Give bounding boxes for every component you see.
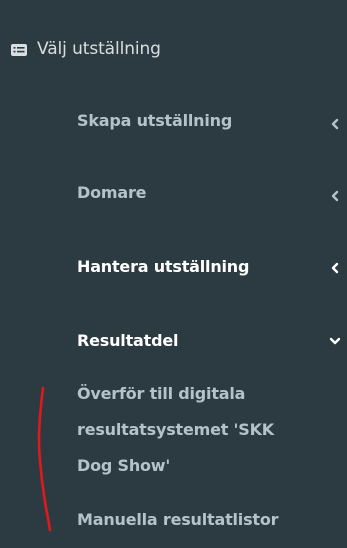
submenu-item-manuella-resultatlistor[interactable]: Manuella resultatlistor	[77, 508, 279, 532]
submenu-item-line: resultatsystemet 'SKK	[77, 420, 274, 439]
menu-item-label: Domare	[77, 183, 147, 202]
menu-header-label: Välj utställning	[37, 39, 161, 59]
submenu: Skapa utställning Domare Hantera utställ…	[0, 96, 347, 548]
chevron-left-icon	[331, 118, 339, 130]
submenu-item-label: Manuella resultatlistor	[77, 510, 279, 529]
menu-item-skapa-utstallning[interactable]: Skapa utställning	[0, 96, 347, 146]
menu-item-label: Skapa utställning	[77, 111, 233, 130]
menu-item-domare[interactable]: Domare	[0, 168, 347, 218]
menu-item-label: Hantera utställning	[77, 257, 250, 276]
chevron-left-icon	[331, 190, 339, 202]
menu-item-hantera-utstallning[interactable]: Hantera utställning	[0, 242, 347, 292]
menu-item-resultatdel[interactable]: Resultatdel	[0, 316, 347, 366]
submenu-item-overfor-till-digitala[interactable]: Överför till digitala resultatsystemet '…	[77, 382, 327, 478]
submenu-item-line: Dog Show'	[77, 456, 171, 475]
chevron-left-icon	[331, 262, 339, 274]
chevron-down-icon	[329, 337, 341, 345]
submenu-item-line: Överför till digitala	[77, 384, 246, 403]
list-card-icon	[11, 44, 27, 56]
menu-item-label: Resultatdel	[77, 331, 179, 350]
menu-header-valj-utstallning[interactable]: Välj utställning	[0, 0, 347, 96]
